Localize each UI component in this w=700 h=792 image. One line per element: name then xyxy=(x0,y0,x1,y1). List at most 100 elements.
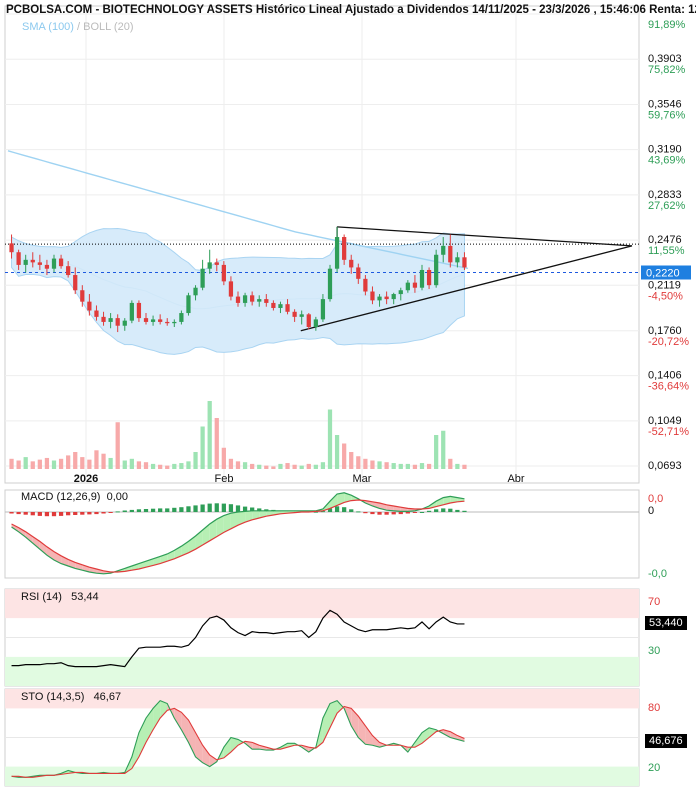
volume-bar xyxy=(94,450,99,469)
volume-bar xyxy=(44,457,50,469)
candle-body xyxy=(143,318,149,322)
rsi-current-tag: 53,440 xyxy=(645,616,687,630)
candle-body xyxy=(313,319,318,327)
volume-bar xyxy=(235,461,241,469)
macd-histogram-bar xyxy=(186,506,191,512)
macd-histogram-bar xyxy=(441,508,446,512)
volume-bar xyxy=(384,462,389,469)
chart-svg[interactable]: 0,39030,35460,31900,28330,24760,21190,17… xyxy=(0,0,700,792)
volume-bar xyxy=(278,463,283,469)
macd-histogram-bar xyxy=(334,506,340,512)
candle-body xyxy=(356,267,361,279)
volume-bar xyxy=(200,426,205,469)
volume-bar xyxy=(136,461,142,469)
candle-body xyxy=(80,290,85,302)
candle-body xyxy=(228,281,234,297)
macd-histogram-bar xyxy=(377,512,382,515)
volume-bar xyxy=(434,435,439,469)
macd-panel xyxy=(4,489,640,579)
volume-bar xyxy=(80,457,85,469)
macd-histogram-bar xyxy=(73,512,78,515)
volume-bar xyxy=(150,463,156,469)
volume-bar xyxy=(455,463,460,469)
volume-bar xyxy=(250,463,255,469)
pct-tick-label: 75,82% xyxy=(648,64,686,76)
boll-legend[interactable]: BOLL (20) xyxy=(83,21,133,33)
volume-bar xyxy=(158,464,163,469)
candle-body xyxy=(334,237,340,269)
sto-indicator xyxy=(5,689,639,786)
macd-title: MACD (12,26,9) xyxy=(21,491,101,503)
volume-bar xyxy=(214,418,219,469)
volume-bar xyxy=(193,452,198,469)
volume-bar xyxy=(313,464,318,469)
sto-level-80: 80 xyxy=(648,702,661,714)
volume-bar xyxy=(370,460,375,469)
volume-bar xyxy=(228,458,234,469)
stock-chart-screen: 0,3903 0,3546 0,3190 0,2833 0,2476 0,2119 0,17… xyxy=(0,0,700,792)
volume-bar xyxy=(398,463,403,469)
rsi-title: RSI (14) xyxy=(21,591,62,603)
volume-bar xyxy=(342,443,347,469)
macd-histogram-bar xyxy=(122,510,127,512)
volume-bar xyxy=(292,464,297,469)
candle-body xyxy=(306,314,311,327)
macd-histogram-bar xyxy=(405,512,410,514)
pct-tick-label: 27,62% xyxy=(648,200,686,212)
macd-tick-top: 0,0 xyxy=(648,493,664,505)
pct-tick-label: 91,89% xyxy=(648,19,686,31)
pct-tick-label: -20,72% xyxy=(648,336,689,348)
candle-body xyxy=(94,310,99,317)
macd-histogram-bar xyxy=(370,512,375,515)
candle-body xyxy=(23,259,28,265)
macd-histogram-bar xyxy=(94,512,99,515)
candle-body xyxy=(122,320,127,326)
candle-body xyxy=(44,264,50,269)
candle-body xyxy=(434,254,439,286)
macd-histogram-bar xyxy=(412,512,418,513)
candle-body xyxy=(342,237,347,260)
candle-body xyxy=(158,319,163,322)
chart-title: PCBOLSA.COM - BIOTECHNOLOGY ASSETS Histó… xyxy=(6,4,696,16)
volume-bar xyxy=(115,422,120,469)
macd-histogram-bar xyxy=(66,512,71,516)
macd-histogram-bar xyxy=(80,512,85,515)
candle-body xyxy=(150,319,156,322)
macd-histogram-bar xyxy=(363,512,368,514)
volume-bar xyxy=(179,463,184,469)
candle-body xyxy=(462,257,467,268)
volume-bar xyxy=(320,462,326,469)
volume-bar xyxy=(462,464,467,469)
macd-histogram-bar xyxy=(391,512,396,515)
sto-level-20: 20 xyxy=(648,762,661,774)
macd-histogram-bar xyxy=(193,505,198,512)
volume-bar xyxy=(143,462,149,469)
candle-body xyxy=(370,291,375,301)
macd-histogram-bar xyxy=(426,510,432,512)
volume-bar xyxy=(412,464,418,469)
volume-bar xyxy=(66,455,71,469)
macd-histogram-bar xyxy=(384,512,389,515)
sma-legend[interactable]: SMA (100) xyxy=(22,21,74,33)
candle-body xyxy=(186,295,191,314)
candle-body xyxy=(87,301,92,311)
x-tick-label: 2026 xyxy=(74,473,98,485)
macd-histogram-bar xyxy=(44,512,50,517)
macd-histogram-bar xyxy=(200,504,205,512)
candle-body xyxy=(327,268,333,300)
macd-histogram-bar xyxy=(235,505,241,512)
volume-bar xyxy=(108,457,113,469)
volume-bar xyxy=(327,409,333,469)
price-tick-label: 0,0693 xyxy=(648,460,682,472)
candle-body xyxy=(448,245,453,263)
macd-histogram-bar xyxy=(172,507,177,512)
candle-body xyxy=(200,268,205,288)
candle-body xyxy=(101,316,106,322)
last-price-text: 0,2220 xyxy=(646,268,680,280)
volume-bar xyxy=(264,465,269,469)
pct-tick-label: 43,69% xyxy=(648,155,686,167)
macd-histogram-bar xyxy=(143,509,149,512)
volume-bar xyxy=(299,465,304,469)
volume-bar xyxy=(37,459,42,469)
macd-histogram-bar xyxy=(398,512,403,515)
